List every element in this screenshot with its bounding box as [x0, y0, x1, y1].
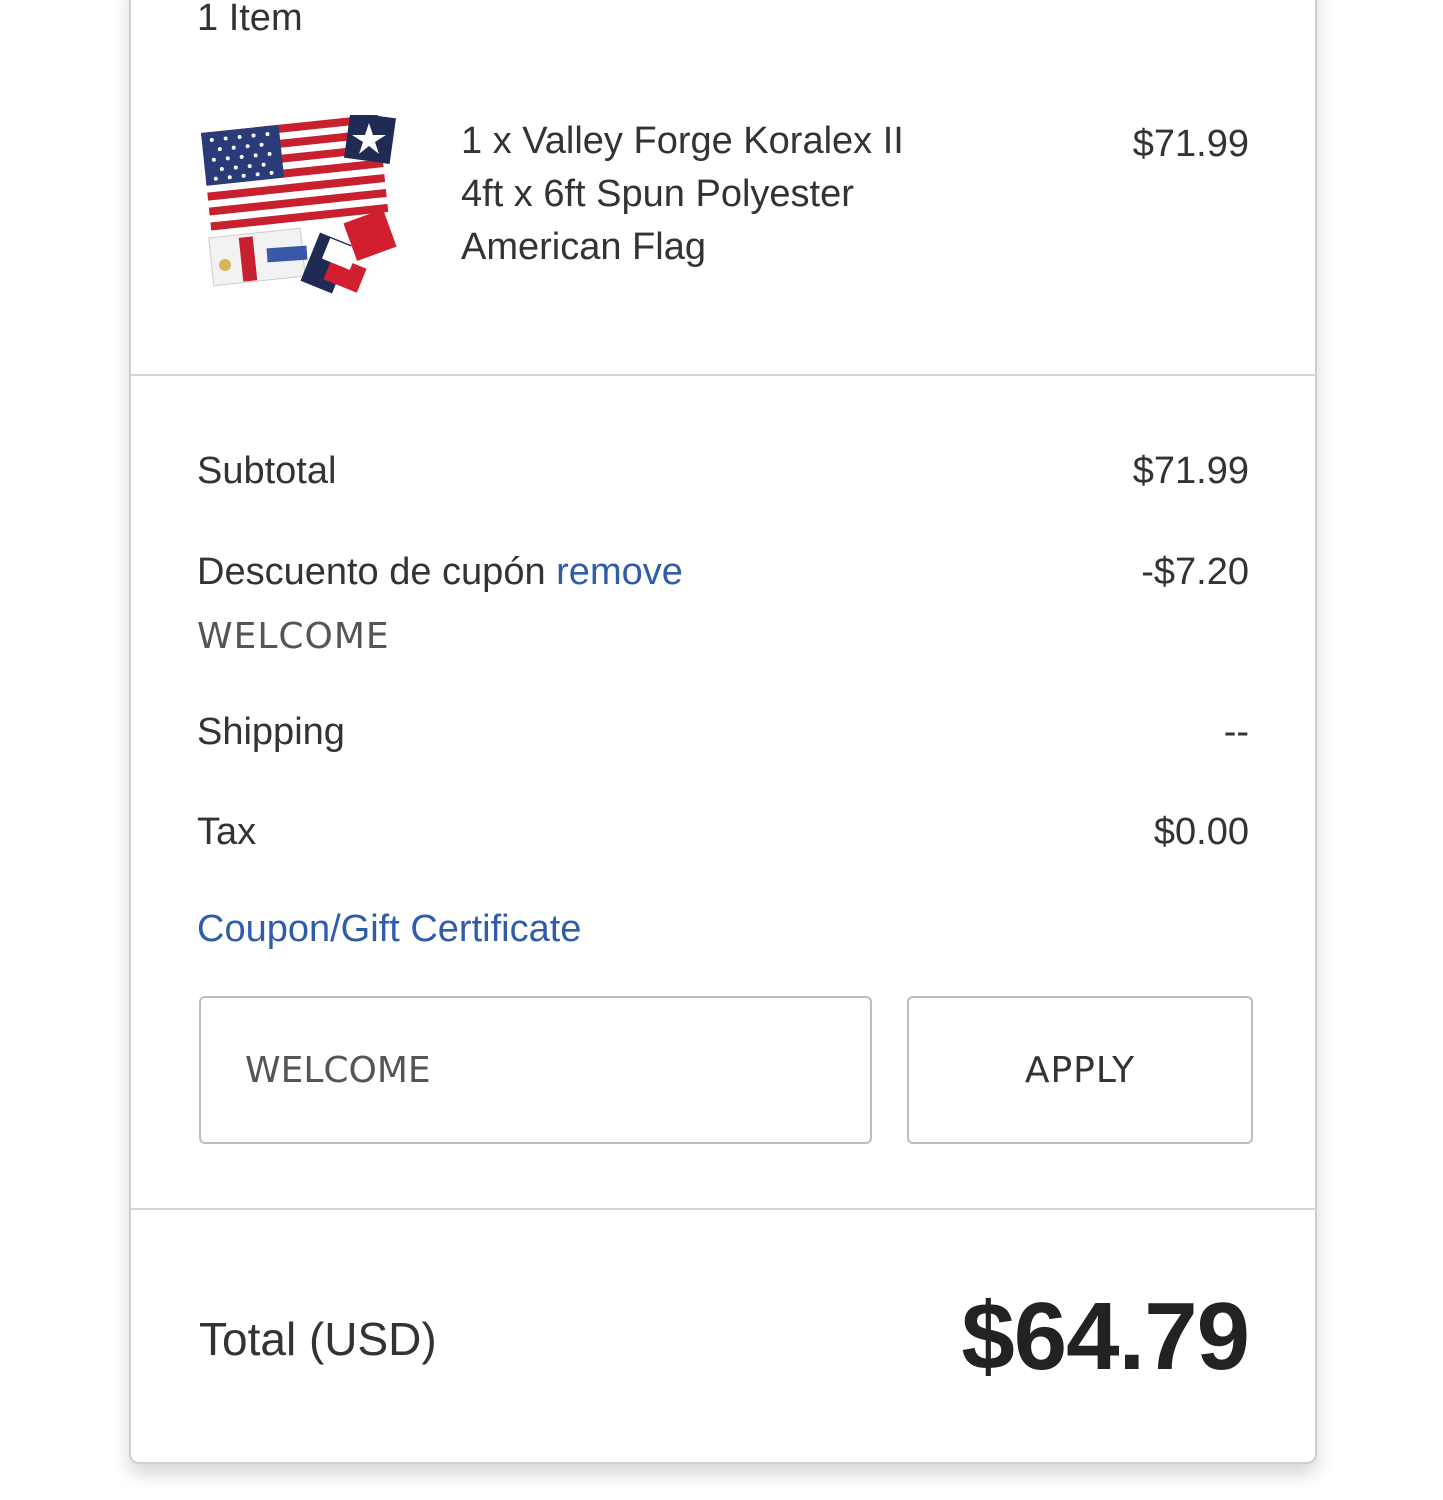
tax-value: $0.00 [1153, 811, 1249, 853]
apply-coupon-button[interactable]: APPLY [907, 996, 1253, 1144]
product-name-line: 4ft x 6ft Spun Polyester [461, 173, 854, 215]
total-value: $64.79 [961, 1283, 1250, 1390]
product-name: 1 x Valley Forge Koralex II 4ft x 6ft Sp… [461, 115, 1021, 274]
grand-total-section: Total (USD) $64.79 [131, 1210, 1315, 1464]
totals-section: Subtotal $71.99 Descuento de cupón remov… [131, 376, 1315, 1210]
coupon-code-input[interactable] [199, 996, 872, 1144]
discount-value: -$7.20 [1141, 551, 1249, 593]
discount-label-group: Descuento de cupón remove [197, 549, 683, 595]
tax-label: Tax [197, 811, 257, 853]
remove-coupon-link[interactable]: remove [556, 551, 683, 593]
subtotal-value: $71.99 [1132, 450, 1249, 492]
order-summary-panel: 1 Item 1 x Valley Forge Koralex II 4ft x… [129, 0, 1317, 1464]
shipping-value: -- [1223, 711, 1249, 753]
coupon-gift-certificate-link[interactable]: Coupon/Gift Certificate [197, 906, 581, 952]
total-label: Total (USD) [199, 1313, 437, 1365]
coupon-form: APPLY [199, 996, 1253, 1144]
product-name-line: American Flag [461, 226, 706, 268]
subtotal-label: Subtotal [197, 450, 337, 492]
item-count: 1 Item [197, 0, 303, 39]
discount-label: Descuento de cupón [197, 551, 546, 593]
cart-items-section: 1 Item 1 x Valley Forge Koralex II 4ft x… [131, 0, 1315, 376]
cart-item: 1 x Valley Forge Koralex II 4ft x 6ft Sp… [197, 115, 1249, 305]
product-name-line: 1 x Valley Forge Koralex II [461, 120, 904, 162]
product-price: $71.99 [1132, 123, 1249, 165]
shipping-label: Shipping [197, 711, 345, 753]
applied-coupon-code: WELCOME [197, 616, 390, 657]
product-image-flag [201, 115, 397, 294]
